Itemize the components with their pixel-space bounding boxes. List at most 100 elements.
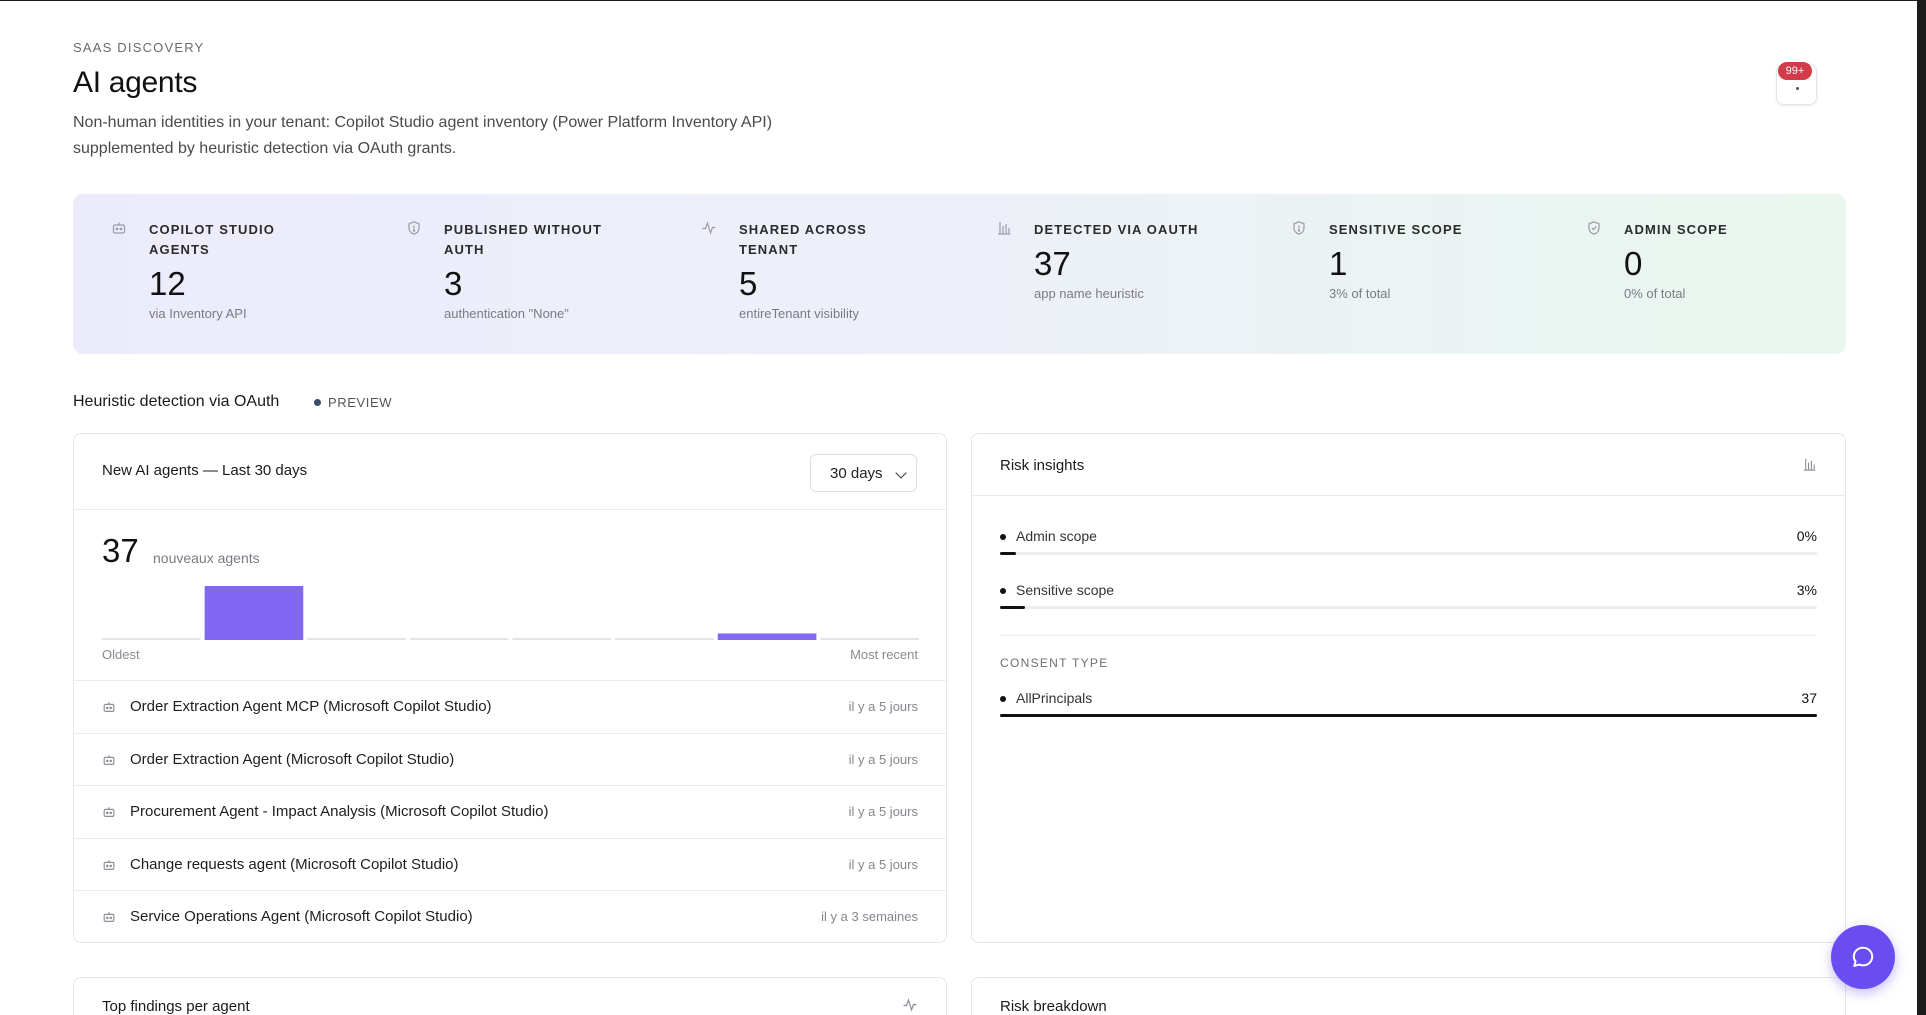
new-agents-card: New AI agents — Last 30 days 30 days 37 … bbox=[73, 433, 947, 943]
stat-admin-scope: ADMIN SCOPE 0 0% of total bbox=[1588, 220, 1884, 301]
list-item[interactable]: Order Extraction Agent MCP (Microsoft Co… bbox=[74, 680, 946, 733]
card-title: New AI agents — Last 30 days bbox=[102, 462, 308, 479]
bot-icon bbox=[103, 912, 115, 922]
stat-subtext: entireTenant visibility bbox=[739, 306, 859, 321]
stats-strip: COPILOT STUDIO AGENTS 12 via Inventory A… bbox=[73, 194, 1846, 354]
chevron-down-icon bbox=[895, 467, 907, 479]
bar-chart-icon[interactable] bbox=[1802, 457, 1817, 472]
list-item[interactable]: Service Operations Agent (Microsoft Copi… bbox=[74, 890, 946, 943]
agent-name: Change requests agent (Microsoft Copilot… bbox=[130, 855, 459, 873]
range-select[interactable]: 30 days bbox=[810, 454, 917, 492]
notification-count-badge: 99+ bbox=[1778, 62, 1812, 80]
agent-list: Order Extraction Agent MCP (Microsoft Co… bbox=[74, 680, 946, 943]
stat-value: 1 bbox=[1329, 245, 1348, 282]
stat-sensitive-scope: SENSITIVE SCOPE 1 3% of total bbox=[1293, 220, 1589, 301]
progress-track bbox=[1000, 552, 1817, 555]
card-header: Risk insights bbox=[972, 434, 1845, 496]
shield-icon bbox=[408, 221, 420, 235]
stat-label: SHARED ACROSS TENANT bbox=[739, 222, 867, 257]
breadcrumb: SAAS DISCOVERY bbox=[73, 40, 205, 55]
new-agents-bar-chart bbox=[102, 586, 919, 640]
bar-baseline bbox=[307, 638, 406, 640]
metric-value: 0% bbox=[1796, 528, 1817, 544]
chat-button[interactable] bbox=[1831, 925, 1895, 989]
activity-icon bbox=[702, 221, 716, 235]
bot-icon bbox=[103, 859, 115, 870]
card-title: Top findings per agent bbox=[102, 998, 250, 1015]
bot-icon bbox=[103, 702, 115, 712]
stat-value: 37 bbox=[1034, 245, 1071, 282]
window-right-edge bbox=[1917, 0, 1926, 1015]
progress-fill bbox=[1000, 552, 1017, 555]
bar-baseline bbox=[512, 638, 612, 640]
activity-icon[interactable] bbox=[902, 997, 918, 1013]
card-header: New AI agents — Last 30 days 30 days bbox=[74, 434, 946, 510]
risk-insights-card: Risk insights Admin scope 0% Sensitive s… bbox=[971, 433, 1846, 943]
stat-subtext: 0% of total bbox=[1624, 286, 1686, 301]
preview-badge: PREVIEW bbox=[314, 395, 392, 410]
progress-track bbox=[1000, 606, 1817, 609]
metric-label: AllPrincipals bbox=[1000, 690, 1817, 706]
bot-icon bbox=[103, 754, 115, 765]
agent-name: Order Extraction Agent MCP (Microsoft Co… bbox=[130, 698, 492, 715]
bar-baseline bbox=[820, 638, 919, 640]
axis-label-oldest: Oldest bbox=[102, 647, 140, 662]
page: SAAS DISCOVERY AI agents Non-human ident… bbox=[73, 0, 1847, 1015]
stat-subtext: app name heuristic bbox=[1034, 286, 1144, 301]
chat-bubble-icon bbox=[1852, 946, 1874, 967]
chart-bar[interactable] bbox=[717, 633, 817, 640]
metric-sensitive-scope: Sensitive scope 3% bbox=[1000, 582, 1817, 609]
stat-subtext: 3% of total bbox=[1329, 286, 1391, 301]
axis-label-most-recent: Most recent bbox=[850, 647, 918, 662]
stat-subtext: via Inventory API bbox=[149, 306, 247, 321]
bot-icon bbox=[103, 807, 115, 817]
stat-value: 3 bbox=[444, 265, 463, 302]
stat-label: PUBLISHED WITHOUT AUTH bbox=[444, 222, 603, 257]
new-agents-count-label: nouveaux agents bbox=[153, 550, 260, 566]
metric-admin-scope: Admin scope 0% bbox=[1000, 528, 1817, 555]
section-title: Heuristic detection via OAuth bbox=[73, 393, 280, 410]
list-item[interactable]: Change requests agent (Microsoft Copilot… bbox=[74, 837, 946, 891]
stat-copilot-studio-agents: COPILOT STUDIO AGENTS 12 via Inventory A… bbox=[112, 220, 409, 321]
stat-value: 12 bbox=[149, 265, 186, 302]
bar-baseline bbox=[102, 638, 201, 640]
shield-check-icon bbox=[1588, 221, 1600, 235]
agent-name: Procurement Agent - Impact Analysis (Mic… bbox=[130, 803, 549, 820]
stat-value: 0 bbox=[1624, 245, 1643, 282]
card-title: Risk breakdown bbox=[1000, 998, 1107, 1015]
stat-label: ADMIN SCOPE bbox=[1624, 222, 1728, 237]
metric-consent-allprincipals: AllPrincipals 37 bbox=[1000, 690, 1817, 717]
stat-label: COPILOT STUDIO AGENTS bbox=[149, 222, 275, 257]
consent-type-heading: CONSENT TYPE bbox=[1000, 656, 1109, 670]
stat-value: 5 bbox=[739, 265, 758, 302]
preview-label: PREVIEW bbox=[328, 395, 393, 410]
bar-baseline bbox=[409, 638, 509, 640]
list-item[interactable]: Order Extraction Agent (Microsoft Copilo… bbox=[74, 732, 946, 786]
list-item[interactable]: Procurement Agent - Impact Analysis (Mic… bbox=[74, 785, 946, 838]
progress-fill bbox=[1000, 714, 1817, 717]
card-title: Risk insights bbox=[1000, 457, 1085, 474]
chart-bar[interactable] bbox=[204, 586, 304, 640]
stat-label: SENSITIVE SCOPE bbox=[1329, 222, 1463, 237]
divider bbox=[1000, 635, 1817, 636]
agent-time: il y a 3 semaines bbox=[821, 909, 918, 924]
range-select-value: 30 days bbox=[830, 465, 883, 482]
bell-icon bbox=[1796, 87, 1799, 90]
notifications-button[interactable]: 99+ bbox=[1776, 62, 1817, 105]
agent-time: il y a 5 jours bbox=[848, 804, 918, 819]
progress-fill bbox=[1000, 606, 1025, 609]
bar-baseline bbox=[615, 638, 714, 640]
metric-value: 37 bbox=[1801, 690, 1817, 706]
agent-name: Order Extraction Agent (Microsoft Copilo… bbox=[130, 750, 455, 768]
agent-name: Service Operations Agent (Microsoft Copi… bbox=[130, 908, 473, 925]
agent-time: il y a 5 jours bbox=[848, 699, 918, 714]
risk-breakdown-card: Risk breakdown bbox=[971, 977, 1846, 1015]
agent-time: il y a 5 jours bbox=[848, 856, 918, 872]
stat-label: DETECTED VIA OAUTH bbox=[1034, 222, 1199, 237]
metric-value: 3% bbox=[1796, 582, 1817, 598]
progress-track bbox=[1000, 714, 1817, 717]
top-findings-card: Top findings per agent bbox=[73, 977, 947, 1015]
bot-icon bbox=[112, 222, 126, 234]
preview-dot-icon bbox=[314, 399, 321, 406]
metric-label: Admin scope bbox=[1000, 528, 1817, 544]
